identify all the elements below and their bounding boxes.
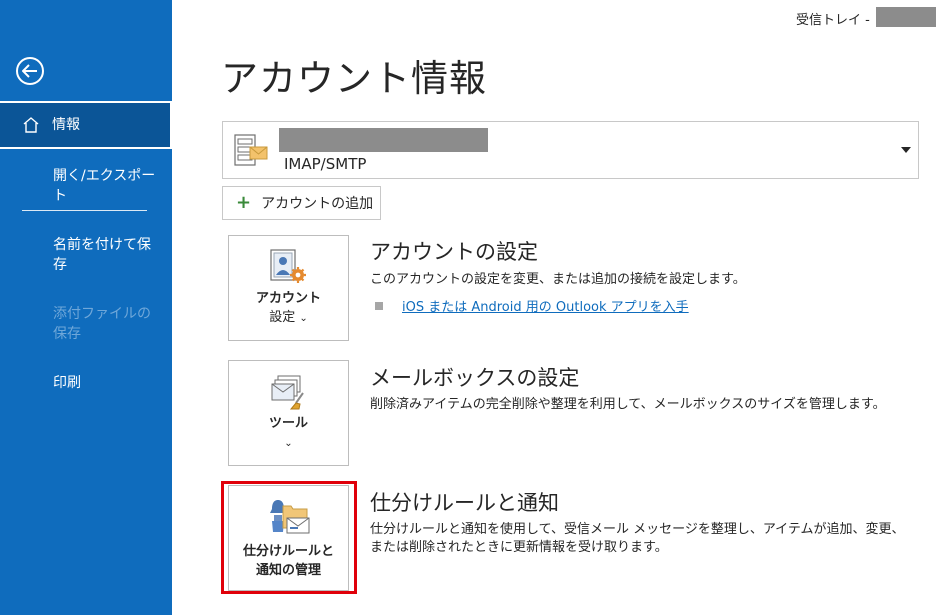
tile-label: ツール <box>268 416 308 431</box>
mailbox-tools-icon <box>269 373 309 415</box>
sidebar-item-open-export[interactable]: 開く/エクスポート <box>0 166 172 206</box>
sidebar-divider <box>22 210 147 211</box>
bullet-icon <box>375 301 383 310</box>
page-title: アカウント情報 <box>221 57 487 100</box>
back-button[interactable] <box>16 57 44 85</box>
manage-rules-alerts-button[interactable]: 仕分けルールと 通知の管理 <box>228 485 349 591</box>
plus-icon: + <box>236 192 252 213</box>
get-outlook-app-link[interactable]: iOS または Android 用の Outlook アプリを入手 <box>402 296 689 315</box>
chevron-down-icon: ⌄ <box>299 313 308 324</box>
rules-alerts-title: 仕分けルールと通知 <box>370 491 559 515</box>
sidebar-item-label: 名前を付けて保存 <box>53 237 151 273</box>
rules-alerts-icon <box>269 498 311 542</box>
account-settings-description: このアカウントの設定を変更、または追加の接続を設定します。 <box>370 272 746 287</box>
add-account-label: アカウントの追加 <box>261 196 374 212</box>
get-outlook-app-item: iOS または Android 用の Outlook アプリを入手 <box>375 296 689 315</box>
backstage-sidebar: 情報 開く/エクスポート 名前を付けて保存 添付ファイルの保存 印刷 <box>0 0 172 615</box>
tile-label-line2: 通知の管理 <box>255 563 321 578</box>
folder-label: 受信トレイ - <box>796 13 870 28</box>
sidebar-item-save-as[interactable]: 名前を付けて保存 <box>0 235 172 275</box>
sidebar-item-print[interactable]: 印刷 <box>0 373 172 393</box>
add-account-button[interactable]: + アカウントの追加 <box>222 186 381 220</box>
rules-alerts-description: 仕分けルールと通知を使用して、受信メール メッセージを整理し、アイテムが追加、変… <box>370 522 905 555</box>
redacted-email-address <box>279 128 488 152</box>
tile-label-line2: 設定 ⌄ <box>269 310 308 325</box>
sidebar-item-label: 印刷 <box>53 375 81 391</box>
mail-account-icon <box>233 133 269 173</box>
arrow-left-icon <box>22 64 37 78</box>
tools-button[interactable]: ツール ⌄ <box>228 360 349 466</box>
mailbox-settings-description: 削除済みアイテムの完全削除や整理を利用して、メールボックスのサイズを管理します。 <box>370 397 886 412</box>
sidebar-item-label: 添付ファイルの保存 <box>53 306 151 342</box>
account-selector[interactable]: IMAP/SMTP <box>222 121 919 179</box>
sidebar-item-label: 情報 <box>52 117 80 133</box>
account-settings-title: アカウントの設定 <box>370 240 538 264</box>
account-settings-icon <box>269 248 309 290</box>
sidebar-item-label: 開く/エクスポート <box>53 168 156 204</box>
redacted-account-name <box>876 7 936 27</box>
tile-label: 仕分けルールと <box>242 544 334 559</box>
account-settings-button[interactable]: アカウント 設定 ⌄ <box>228 235 349 341</box>
account-type: IMAP/SMTP <box>284 155 367 173</box>
sidebar-item-info[interactable]: 情報 <box>0 101 172 149</box>
chevron-down-icon: ⌄ <box>284 438 293 449</box>
mailbox-settings-title: メールボックスの設定 <box>370 366 580 390</box>
chevron-down-icon <box>901 147 911 153</box>
sidebar-item-save-attachments: 添付ファイルの保存 <box>0 304 172 344</box>
tile-label: アカウント <box>255 291 321 306</box>
home-icon <box>22 116 40 134</box>
